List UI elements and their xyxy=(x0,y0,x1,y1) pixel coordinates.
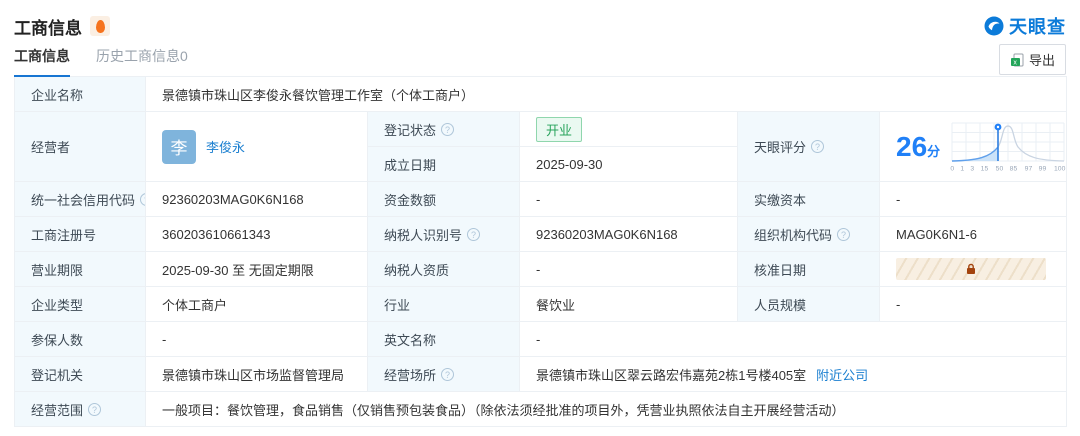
export-label: 导出 xyxy=(1029,50,1055,69)
help-icon[interactable]: ? xyxy=(140,193,145,206)
field-value-reg-number: 360203610661343 xyxy=(146,217,368,252)
field-label-text: 天眼评分 xyxy=(754,137,806,156)
business-info-table: 企业名称 景德镇市珠山区李俊永餐饮管理工作室（个体工商户） 经营者 李 李俊永 … xyxy=(14,76,1067,427)
table-row: 工商注册号 360203610661343 纳税人识别号 ? 92360203M… xyxy=(15,217,1067,252)
field-value-business-premises: 景德镇市珠山区翠云路宏伟嘉苑2栋1号楼405室 附近公司 xyxy=(520,357,1067,392)
field-value-reg-status: 开业 xyxy=(520,112,738,147)
field-label-reg-authority: 登记机关 xyxy=(15,357,146,392)
field-value-establish-date: 2025-09-30 xyxy=(520,147,738,182)
help-icon[interactable]: ? xyxy=(837,228,850,241)
field-label-business-term: 营业期限 xyxy=(15,252,146,287)
field-value-reg-authority: 景德镇市珠山区市场监督管理局 xyxy=(146,357,368,392)
premises-address: 景德镇市珠山区翠云路宏伟嘉苑2栋1号楼405室 xyxy=(536,365,806,384)
tab-bar: 工商信息 历史工商信息0 x 导出 xyxy=(0,40,1080,76)
field-label-paid-capital: 实缴资本 xyxy=(738,182,880,217)
field-value-org-code: MAG0K6N1-6 xyxy=(880,217,1067,252)
field-label-company-type: 企业类型 xyxy=(15,287,146,322)
table-row: 营业期限 2025-09-30 至 无固定期限 纳税人资质 - 核准日期 xyxy=(15,252,1067,287)
lock-icon xyxy=(965,263,977,275)
field-label-staff-size: 人员规模 xyxy=(738,287,880,322)
table-row: 企业名称 景德镇市珠山区李俊永餐饮管理工作室（个体工商户） xyxy=(15,77,1067,112)
field-value-paid-capital: - xyxy=(880,182,1067,217)
field-value-operator: 李 李俊永 xyxy=(146,112,368,182)
field-label-taxpayer-id: 纳税人识别号 ? xyxy=(368,217,520,252)
help-icon[interactable]: ? xyxy=(441,368,454,381)
table-row: 经营者 李 李俊永 登记状态 ? 开业 天眼评分 ? 26分 xyxy=(15,112,1067,147)
help-icon[interactable]: ? xyxy=(811,140,824,153)
tianyancha-logo[interactable]: 天眼查 xyxy=(984,13,1066,39)
field-label-text: 经营范围 xyxy=(31,400,83,419)
field-label-company-name: 企业名称 xyxy=(15,77,146,112)
field-label-insured-count: 参保人数 xyxy=(15,322,146,357)
field-label-text: 统一社会信用代码 xyxy=(31,190,135,209)
bell-curve-icon xyxy=(950,121,1066,164)
field-label-text: 经营场所 xyxy=(384,365,436,384)
field-value-approval-date xyxy=(880,252,1067,287)
page-title: 工商信息 xyxy=(14,14,82,39)
table-row: 企业类型 个体工商户 行业 餐饮业 人员规模 - xyxy=(15,287,1067,322)
field-value-insured-count: - xyxy=(146,322,368,357)
status-badge: 开业 xyxy=(536,117,582,142)
field-value-capital-amount: - xyxy=(520,182,738,217)
score-distribution-chart: 0131550859799100 xyxy=(950,121,1066,173)
export-button[interactable]: x 导出 xyxy=(999,44,1066,75)
field-label-credit-code: 统一社会信用代码 ? xyxy=(15,182,146,217)
table-row: 经营范围 ? 一般项目：餐饮管理，食品销售（仅销售预包装食品）（除依法须经批准的… xyxy=(15,392,1067,427)
field-value-credit-code: 92360203MAG0K6N168 xyxy=(146,182,368,217)
field-label-org-code: 组织机构代码 ? xyxy=(738,217,880,252)
field-label-text: 登记状态 xyxy=(384,120,436,139)
field-label-operator: 经营者 xyxy=(15,112,146,182)
excel-icon: x xyxy=(1010,53,1024,67)
table-row: 统一社会信用代码 ? 92360203MAG0K6N168 资金数额 - 实缴资… xyxy=(15,182,1067,217)
field-label-business-scope: 经营范围 ? xyxy=(15,392,146,427)
table-row: 参保人数 - 英文名称 - xyxy=(15,322,1067,357)
field-label-text: 组织机构代码 xyxy=(754,225,832,244)
score-number: 26 xyxy=(896,131,927,162)
field-label-reg-number: 工商注册号 xyxy=(15,217,146,252)
score-axis-ticks: 0131550859799100 xyxy=(950,165,1066,173)
help-icon[interactable]: ? xyxy=(441,123,454,136)
field-label-text: 纳税人识别号 xyxy=(384,225,462,244)
field-value-business-scope: 一般项目：餐饮管理，食品销售（仅销售预包装食品）（除依法须经批准的项目外，凭营业… xyxy=(146,392,1067,427)
field-label-english-name: 英文名称 xyxy=(368,322,520,357)
field-value-business-term: 2025-09-30 至 无固定期限 xyxy=(146,252,368,287)
brand-name: 天眼查 xyxy=(1009,13,1066,39)
score-unit: 分 xyxy=(927,144,940,159)
field-label-capital-amount: 资金数额 xyxy=(368,182,520,217)
locked-value-placeholder[interactable] xyxy=(896,258,1046,280)
tab-business-info[interactable]: 工商信息 xyxy=(14,46,70,77)
field-value-staff-size: - xyxy=(880,287,1067,322)
help-icon[interactable]: ? xyxy=(467,228,480,241)
section-header: 工商信息 天眼查 xyxy=(0,0,1080,40)
field-label-approval-date: 核准日期 xyxy=(738,252,880,287)
svg-text:x: x xyxy=(1013,59,1017,66)
operator-name-link[interactable]: 李俊永 xyxy=(206,137,245,156)
field-label-business-premises: 经营场所 ? xyxy=(368,357,520,392)
field-value-score[interactable]: 26分 0131550859799100 xyxy=(880,112,1067,182)
field-label-taxpayer-qualification: 纳税人资质 xyxy=(368,252,520,287)
tianyancha-logo-icon xyxy=(984,16,1004,36)
field-label-reg-status: 登记状态 ? xyxy=(368,112,520,147)
field-value-company-type: 个体工商户 xyxy=(146,287,368,322)
field-value-english-name: - xyxy=(520,322,1067,357)
nearby-companies-link[interactable]: 附近公司 xyxy=(816,365,868,384)
field-value-industry: 餐饮业 xyxy=(520,287,738,322)
field-label-industry: 行业 xyxy=(368,287,520,322)
operator-avatar[interactable]: 李 xyxy=(162,130,196,164)
tab-history-business-info[interactable]: 历史工商信息0 xyxy=(96,46,188,77)
help-icon[interactable]: ? xyxy=(88,403,101,416)
field-value-taxpayer-id: 92360203MAG0K6N168 xyxy=(520,217,738,252)
license-seal-icon[interactable] xyxy=(90,16,110,36)
table-row: 登记机关 景德镇市珠山区市场监督管理局 经营场所 ? 景德镇市珠山区翠云路宏伟嘉… xyxy=(15,357,1067,392)
field-value-company-name: 景德镇市珠山区李俊永餐饮管理工作室（个体工商户） xyxy=(146,77,1067,112)
field-value-taxpayer-qualification: - xyxy=(520,252,738,287)
field-label-establish-date: 成立日期 xyxy=(368,147,520,182)
field-label-score: 天眼评分 ? xyxy=(738,112,880,182)
